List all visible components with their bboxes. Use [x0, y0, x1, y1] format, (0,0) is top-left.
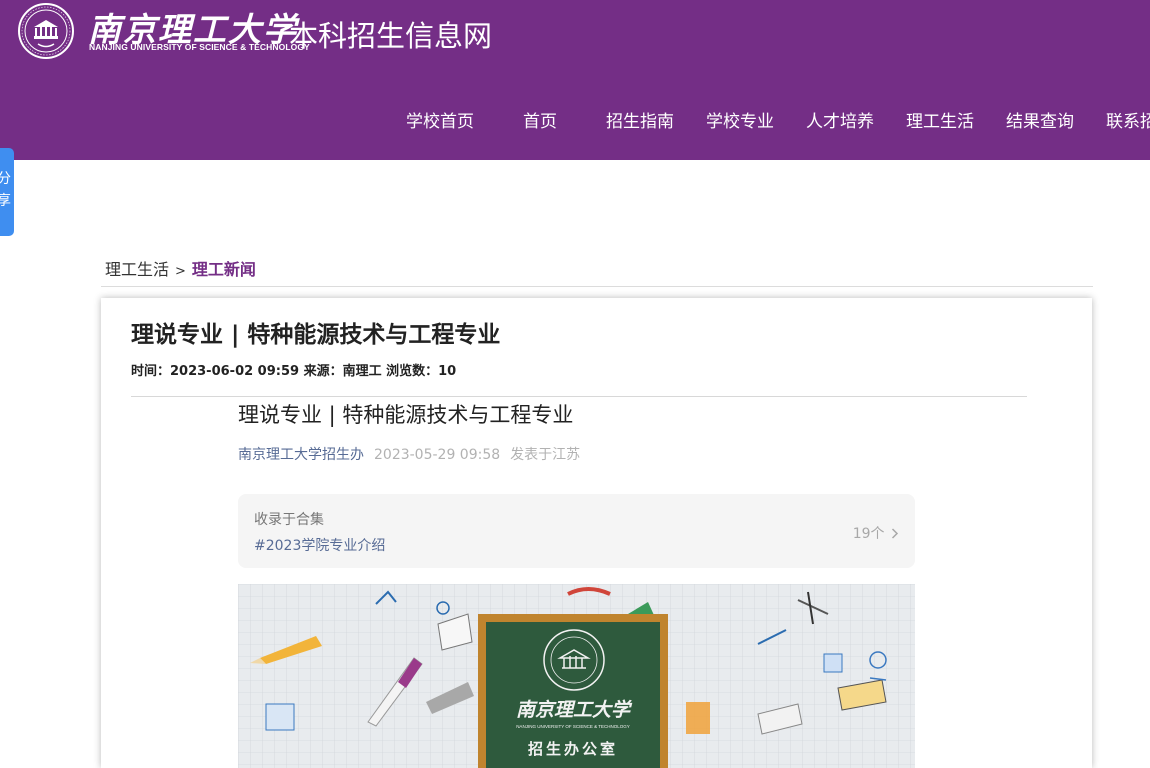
album-tag[interactable]: #2023学院专业介绍 [254, 535, 385, 555]
breadcrumb-current[interactable]: 理工新闻 [192, 260, 256, 279]
wechat-date: 2023-05-29 09:58 [374, 447, 501, 463]
article-title: 理说专业 | 特种能源技术与工程专业 [131, 322, 501, 348]
breadcrumb-parent[interactable]: 理工生活 [105, 260, 169, 279]
album-count[interactable]: 19个 [853, 523, 899, 543]
breadcrumb-separator: > [175, 264, 186, 279]
cover-board-text: 招生办公室 [528, 740, 618, 758]
chevron-right-icon [891, 528, 899, 539]
nav-item-majors[interactable]: 学校专业 [706, 107, 774, 132]
site-name[interactable]: 本科招生信息网 [289, 13, 492, 55]
chalkboard: 南京理工大学 NANJING UNIVERSITY OF SCIENCE & T… [478, 614, 668, 768]
wechat-title: 理说专业 | 特种能源技术与工程专业 [238, 403, 574, 427]
university-name-en: NANJING UNIVERSITY OF SCIENCE & TECHNOLO… [89, 42, 310, 52]
nav-item-admissions-guide[interactable]: 招生指南 [606, 107, 674, 132]
main-nav: 学校首页 首页 招生指南 学校专业 人才培养 理工生活 结果查询 联系招 [0, 107, 1150, 135]
wechat-author[interactable]: 南京理工大学招生办 [238, 447, 364, 463]
article-divider [131, 396, 1027, 397]
album-count-text: 19个 [852, 526, 885, 542]
article-meta: 时间：2023-06-02 09:59 来源：南理工 浏览数：10 [131, 364, 457, 379]
nav-item-school-home[interactable]: 学校首页 [406, 107, 474, 132]
share-label-2: 享 [0, 193, 11, 209]
nav-item-home[interactable]: 首页 [523, 107, 557, 132]
wechat-location: 发表于江苏 [510, 447, 581, 463]
album-label: 收录于合集 [254, 512, 324, 528]
share-label-1: 分 [0, 171, 11, 187]
share-tab[interactable]: 分 享 [0, 148, 14, 236]
university-seal-icon[interactable] [14, 2, 78, 60]
article-card: 理说专业 | 特种能源技术与工程专业 时间：2023-06-02 09:59 来… [101, 298, 1092, 768]
album-box[interactable]: 收录于合集 #2023学院专业介绍 19个 [238, 494, 915, 568]
breadcrumb-divider [101, 286, 1093, 287]
cover-seal-text: 南京理工大学 [516, 699, 633, 721]
wechat-meta: 南京理工大学招生办 2023-05-29 09:58 发表于江苏 [238, 444, 580, 464]
nav-item-results[interactable]: 结果查询 [1006, 107, 1074, 132]
nav-item-contact[interactable]: 联系招 [1106, 107, 1150, 132]
cover-image: 南京理工大学 NANJING UNIVERSITY OF SCIENCE & T… [238, 584, 915, 768]
nav-item-talent-training[interactable]: 人才培养 [806, 107, 874, 132]
cover-seal-en: NANJING UNIVERSITY OF SCIENCE & TECHNOLO… [516, 724, 630, 729]
cover-illustration: 南京理工大学 NANJING UNIVERSITY OF SCIENCE & T… [238, 584, 915, 768]
site-header: 南京理工大学 NANJING UNIVERSITY OF SCIENCE & T… [0, 0, 1150, 160]
breadcrumb: 理工生活 > 理工新闻 [105, 256, 256, 280]
nav-item-campus-life[interactable]: 理工生活 [906, 107, 974, 132]
